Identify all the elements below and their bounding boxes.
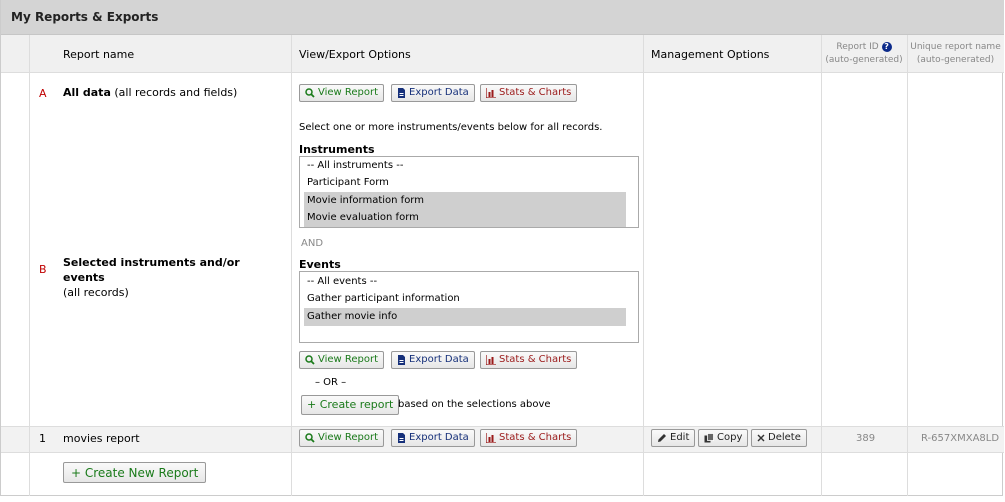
copy-icon [704,433,714,443]
row-b-instructions: Select one or more instruments/events be… [299,122,603,133]
stats-charts-label: Stats & Charts [499,87,572,98]
view-report-label: View Report [318,87,379,98]
help-icon[interactable]: ? [881,41,892,52]
event-option[interactable]: Gather participant information [304,290,626,308]
row-1-report-id: 389 [856,433,876,444]
copy-button[interactable]: Copy [698,429,749,447]
col-view-export: View/Export Options [299,48,411,61]
row-b-name-rest: (all records) [63,286,129,299]
event-option[interactable]: Gather movie info [304,308,626,326]
create-report-button[interactable]: + Create report [301,395,400,415]
edit-label: Edit [670,432,690,443]
row-1-name[interactable]: movies report [63,432,140,445]
event-option[interactable]: -- All events -- [304,273,626,291]
view-report-label: View Report [318,354,379,365]
instruments-listbox[interactable]: -- All instruments -- Participant Form M… [299,156,639,228]
instrument-option[interactable]: Movie information form [304,192,626,210]
export-data-button-1[interactable]: Export Data [391,429,475,447]
export-data-label: Export Data [409,432,469,443]
col-management: Management Options [651,48,770,61]
instrument-option[interactable]: -- All instruments -- [304,157,626,175]
export-data-button-a[interactable]: Export Data [391,84,475,102]
reports-panel: My Reports & Exports Report name View/Ex… [0,0,1004,496]
chart-icon [486,433,496,443]
panel-header: My Reports & Exports [1,0,1004,35]
row-b-letter: B [39,263,47,276]
instruments-label: Instruments [299,143,375,156]
row-1-number: 1 [39,432,46,445]
stats-charts-button-1[interactable]: Stats & Charts [480,429,578,447]
row-1-unique-name: R-657XMXA8LD [921,433,1000,444]
stats-charts-label: Stats & Charts [499,432,572,443]
search-icon [305,88,315,98]
col-unique-name-label: Unique report name [910,42,1001,52]
col-unique-name-sub: (auto-generated) [916,55,995,65]
or-text: – OR – [315,377,347,388]
export-data-label: Export Data [409,354,469,365]
row-a-letter: A [39,87,47,100]
search-icon [305,433,315,443]
view-report-label: View Report [318,432,379,443]
delete-button[interactable]: Delete [751,429,807,447]
create-new-report-button[interactable]: + Create New Report [63,462,207,483]
col-report-name: Report name [63,48,135,61]
row-a-name-rest: (all records and fields) [114,86,238,99]
panel-title: My Reports & Exports [11,10,159,24]
events-listbox[interactable]: -- All events -- Gather participant info… [299,271,639,343]
edit-button[interactable]: Edit [651,429,696,447]
stats-charts-button-b[interactable]: Stats & Charts [480,351,578,369]
pencil-icon [658,434,666,442]
row-a-name: All data (all records and fields) [63,86,237,99]
file-icon [398,433,405,443]
chart-icon [486,88,496,98]
stats-charts-button-a[interactable]: Stats & Charts [480,84,578,102]
file-icon [398,88,405,98]
stats-charts-label: Stats & Charts [499,354,572,365]
instrument-option[interactable]: Movie evaluation form [304,209,626,227]
row-b-name: Selected instruments and/or events (all … [63,255,285,300]
x-icon [757,434,765,442]
row-a-name-bold: All data [63,86,111,99]
row-b-name-bold: Selected instruments and/or events [63,256,240,284]
view-report-button-1[interactable]: View Report [299,429,385,447]
col-report-id: Report ID ? (auto-generated) [821,41,907,67]
export-data-button-b[interactable]: Export Data [391,351,475,369]
col-report-id-sub: (auto-generated) [825,55,903,65]
file-icon [398,355,405,365]
search-icon [305,355,315,365]
col-unique-name: Unique report name (auto-generated) [907,41,1004,67]
chart-icon [486,355,496,365]
view-report-button-b[interactable]: View Report [299,351,385,369]
export-data-label: Export Data [409,87,469,98]
and-text: AND [301,238,324,249]
col-report-id-label: Report ID [836,42,879,52]
view-report-button-a[interactable]: View Report [299,84,385,102]
based-on-text: based on the selections above [398,399,551,410]
copy-label: Copy [717,432,743,443]
instrument-option[interactable]: Participant Form [304,174,626,192]
events-label: Events [299,258,341,271]
delete-label: Delete [768,432,801,443]
